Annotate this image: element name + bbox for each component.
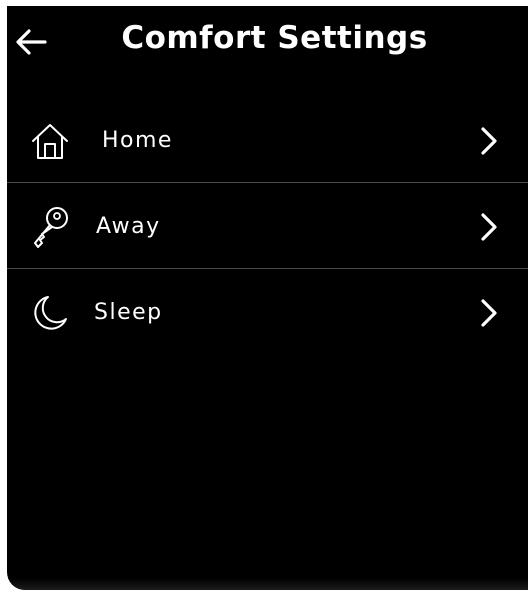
chevron-right-icon [473,125,505,157]
house-icon [29,120,71,162]
bottom-edge [7,578,528,590]
chevron-right-icon [473,211,505,243]
moon-icon [29,292,71,334]
menu-item-sleep-label: Sleep [94,300,163,325]
divider [7,182,528,183]
page-title: Comfort Settings [121,20,428,56]
divider [7,268,528,269]
menu-item-home[interactable]: Home [7,98,528,184]
menu-item-away[interactable]: Away [7,184,528,270]
menu-item-away-label: Away [96,214,161,239]
menu-item-sleep[interactable]: Sleep [7,270,528,356]
comfort-settings-screen: Comfort Settings Home Away Sleep [7,6,528,590]
header: Comfort Settings [7,6,528,76]
key-icon [29,206,71,248]
menu-item-home-label: Home [102,128,173,153]
chevron-right-icon [473,297,505,329]
